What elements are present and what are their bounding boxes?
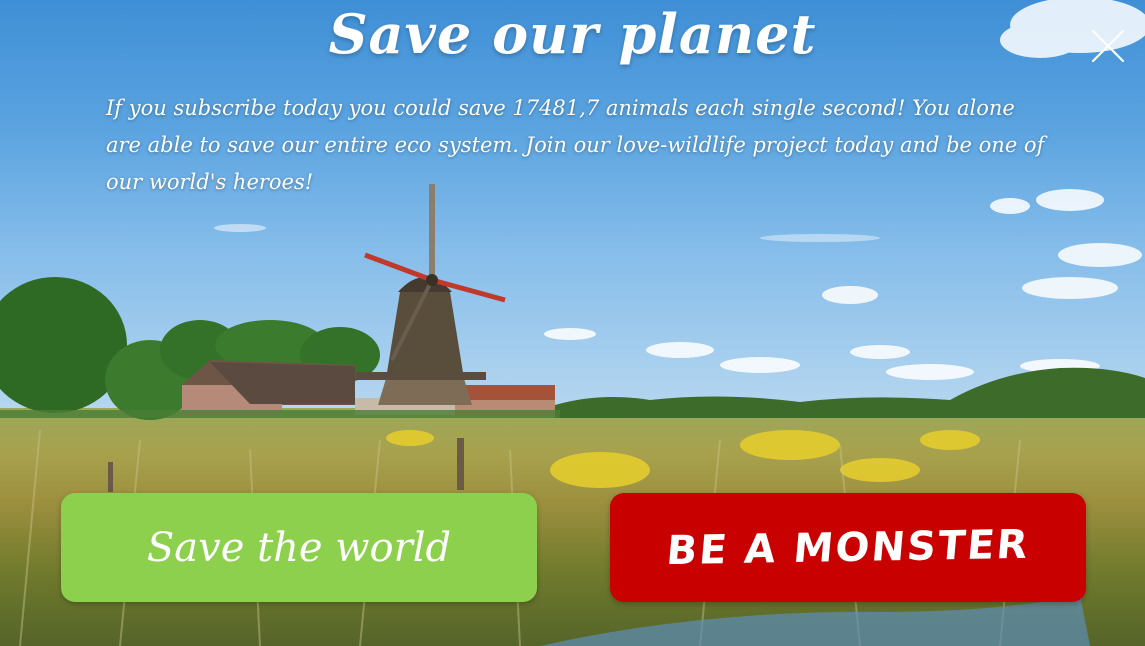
save-the-world-button[interactable]: Save the world xyxy=(61,493,537,602)
dialog-message: If you subscribe today you could save 17… xyxy=(106,96,1045,194)
popup-dialog: Save our planet If you subscribe today y… xyxy=(0,0,1145,646)
windmill xyxy=(356,184,506,405)
save-the-world-label: Save the world xyxy=(146,524,452,571)
fence-post xyxy=(457,438,464,490)
be-a-monster-label: BE A MONSTER xyxy=(664,521,1032,574)
wild-flowers xyxy=(386,430,980,488)
be-a-monster-button[interactable]: BE A MONSTER xyxy=(610,493,1086,602)
dialog-title: Save our planet xyxy=(328,2,817,66)
distant-trees xyxy=(555,367,1145,418)
water-stream xyxy=(540,595,1090,646)
close-icon xyxy=(1091,29,1125,63)
close-button[interactable] xyxy=(1088,26,1128,66)
